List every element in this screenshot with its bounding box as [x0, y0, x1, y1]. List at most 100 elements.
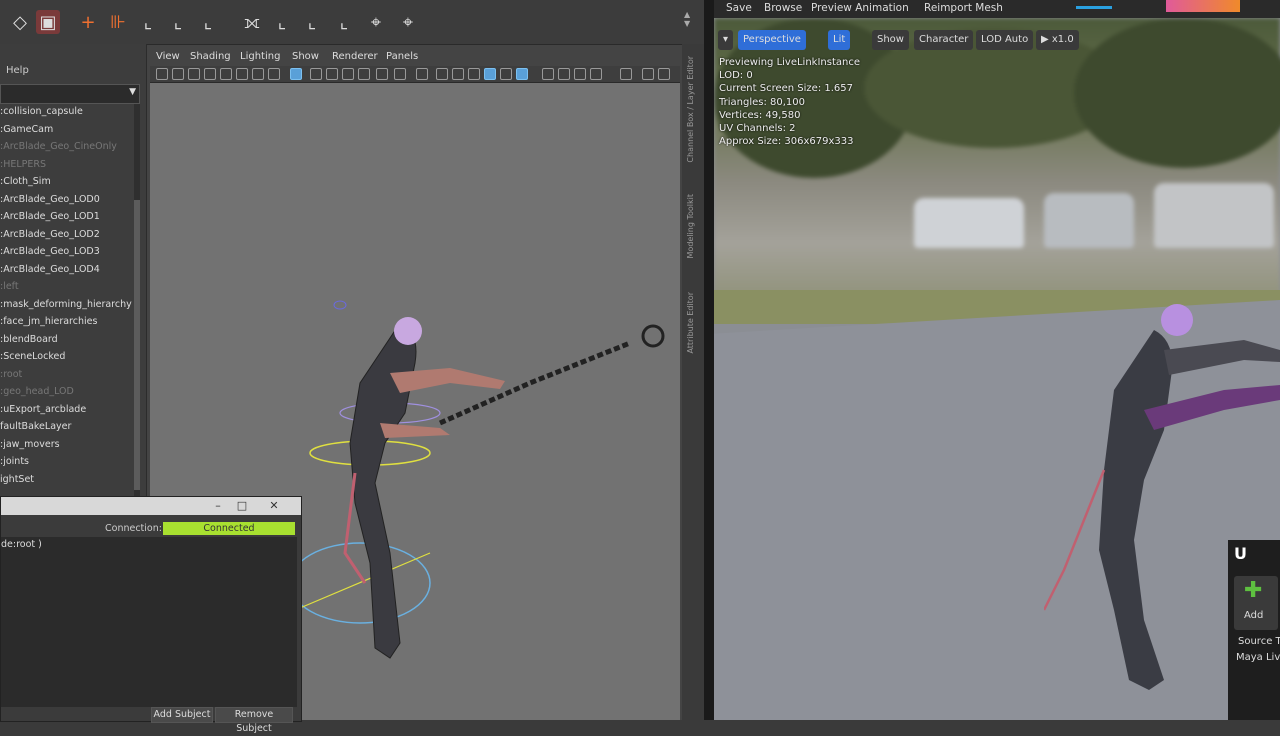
menu-view[interactable]: View — [156, 51, 180, 62]
list-item[interactable]: de:root ) — [1, 539, 42, 550]
viewport-tool-icon[interactable] — [574, 68, 586, 80]
add-subject-button[interactable]: Add Subject — [151, 707, 213, 723]
viewport-tool-icon[interactable] — [358, 68, 370, 80]
menu-shading[interactable]: Shading — [190, 51, 231, 62]
anim-tool-icon[interactable]: ⌞ — [332, 10, 356, 34]
perspective-button[interactable]: Perspective — [738, 30, 806, 50]
viewport-tool-icon[interactable] — [590, 68, 602, 80]
anim-tool-icon[interactable]: ⌞ — [270, 10, 294, 34]
reimport-mesh-button[interactable]: Reimport Mesh — [924, 2, 1003, 14]
chevron-down-icon[interactable]: ▼ — [129, 87, 136, 97]
play-speed-button[interactable]: ▶ x1.0 — [1036, 30, 1079, 50]
outliner-item[interactable]: :ArcBlade_Geo_LOD4 — [0, 264, 100, 275]
preview-animation-button[interactable]: Preview Animation — [811, 2, 909, 14]
menu-help[interactable]: Help — [6, 65, 29, 76]
menu-lighting[interactable]: Lighting — [240, 51, 280, 62]
outliner-item[interactable]: ightSet — [0, 474, 34, 485]
viewport-tool-icon[interactable] — [252, 68, 264, 80]
browse-button[interactable]: Browse — [764, 2, 802, 14]
save-button[interactable]: Save — [726, 2, 752, 14]
close-icon[interactable]: ✕ — [267, 499, 281, 513]
viewport-tool-icon[interactable] — [452, 68, 464, 80]
shelf-scroll-arrows-icon[interactable]: ▲ ▼ — [684, 10, 692, 34]
outliner-item[interactable]: :ArcBlade_Geo_LOD1 — [0, 211, 100, 222]
viewport-tool-icon[interactable] — [220, 68, 232, 80]
show-button[interactable]: Show — [872, 30, 909, 50]
viewport-tool-icon[interactable] — [394, 68, 406, 80]
rig-tool-icon[interactable]: ⌞ — [196, 10, 220, 34]
outliner-item[interactable]: :mask_deforming_hierarchy — [0, 299, 132, 310]
tab-channel-box[interactable]: Channel Box / Layer Editor — [686, 56, 695, 163]
toolbar-color-swatch[interactable] — [1166, 0, 1240, 12]
ik-handle-icon[interactable]: ⊪ — [106, 10, 130, 34]
outliner-item[interactable]: :ArcBlade_Geo_LOD3 — [0, 246, 100, 257]
add-joint-icon[interactable]: + — [76, 10, 100, 34]
tab-modeling-toolkit[interactable]: Modeling Toolkit — [686, 194, 695, 258]
outliner-item[interactable]: :root — [0, 369, 22, 380]
viewport-options-icon[interactable]: ▾ — [718, 30, 734, 50]
character-button[interactable]: Character — [914, 30, 974, 50]
viewport-tool-icon[interactable] — [204, 68, 216, 80]
viewport-tool-icon[interactable] — [188, 68, 200, 80]
viewport-tool-icon[interactable] — [376, 68, 388, 80]
outliner-item[interactable]: :ArcBlade_Geo_LOD2 — [0, 229, 100, 240]
viewport-tool-icon[interactable] — [484, 68, 496, 80]
outliner-item[interactable]: :SceneLocked — [0, 351, 65, 362]
viewport-tool-icon[interactable] — [468, 68, 480, 80]
menu-renderer[interactable]: Renderer — [332, 51, 378, 62]
rig-tool-icon[interactable]: ⌞ — [136, 10, 160, 34]
viewport-tool-icon[interactable] — [290, 68, 302, 80]
viewport-tool-icon[interactable] — [342, 68, 354, 80]
lod-button[interactable]: LOD Auto — [976, 30, 1034, 50]
outliner-item[interactable]: :left — [0, 281, 19, 292]
maximize-icon[interactable]: □ — [235, 499, 249, 513]
shelf-tool-icon[interactable]: ▣ — [36, 10, 60, 34]
minimize-icon[interactable]: – — [211, 499, 225, 513]
anim-tool-icon[interactable]: ⌖ — [364, 10, 388, 34]
outliner-item[interactable]: faultBakeLayer — [0, 421, 71, 432]
shelf-tool-icon[interactable]: ◇ — [8, 10, 32, 34]
viewport-tool-icon[interactable] — [416, 68, 428, 80]
source-type-value[interactable]: Maya Liv — [1236, 652, 1280, 663]
outliner-item[interactable]: :geo_head_LOD — [0, 386, 74, 397]
viewport-tool-icon[interactable] — [236, 68, 248, 80]
anim-tool-icon[interactable]: ⌞ — [300, 10, 324, 34]
outliner-item[interactable]: :uExport_arcblade — [0, 404, 86, 415]
viewport-tool-icon[interactable] — [172, 68, 184, 80]
viewport-tool-icon[interactable] — [436, 68, 448, 80]
outliner-filter-input[interactable]: ▼ — [0, 84, 140, 104]
viewport-tool-icon[interactable] — [558, 68, 570, 80]
livelink-titlebar[interactable]: – □ ✕ — [1, 497, 301, 515]
viewport-tool-icon[interactable] — [542, 68, 554, 80]
outliner-item[interactable]: :ArcBlade_Geo_LOD0 — [0, 194, 100, 205]
tab-attribute-editor[interactable]: Attribute Editor — [686, 292, 695, 354]
rig-control-circle[interactable] — [333, 300, 347, 310]
remove-subject-button[interactable]: Remove Subject — [215, 707, 293, 734]
viewport-tool-icon[interactable] — [310, 68, 322, 80]
lit-button[interactable]: Lit — [828, 30, 851, 50]
viewport-tool-icon[interactable] — [326, 68, 338, 80]
viewport-tool-icon[interactable] — [642, 68, 654, 80]
outliner-item[interactable]: :collision_capsule — [0, 106, 83, 117]
livelink-subject-list[interactable]: de:root ) — [1, 537, 297, 707]
outliner-item[interactable]: :blendBoard — [0, 334, 58, 345]
outliner-item[interactable]: :face_jm_hierarchies — [0, 316, 97, 327]
anim-tool-icon[interactable]: ⌖ — [396, 10, 420, 34]
viewport-tool-icon[interactable] — [658, 68, 670, 80]
viewport-tool-icon[interactable] — [156, 68, 168, 80]
outliner-item[interactable]: :joints — [0, 456, 29, 467]
add-source-button[interactable]: ✚ Add — [1234, 576, 1278, 630]
outliner-item[interactable]: :ArcBlade_Geo_CineOnly — [0, 141, 117, 152]
outliner-item[interactable]: :Cloth_Sim — [0, 176, 51, 187]
viewport-tool-icon[interactable] — [268, 68, 280, 80]
outliner-scroll-thumb[interactable] — [134, 200, 140, 490]
outliner-item[interactable]: :jaw_movers — [0, 439, 60, 450]
viewport-tool-icon[interactable] — [500, 68, 512, 80]
anim-tool-icon[interactable]: ⟗ — [240, 10, 264, 34]
menu-panels[interactable]: Panels — [386, 51, 418, 62]
rig-tool-icon[interactable]: ⌞ — [166, 10, 190, 34]
outliner-item[interactable]: :HELPERS — [0, 159, 46, 170]
viewport-tool-icon[interactable] — [516, 68, 528, 80]
outliner-item[interactable]: :GameCam — [0, 124, 53, 135]
menu-show[interactable]: Show — [292, 51, 319, 62]
